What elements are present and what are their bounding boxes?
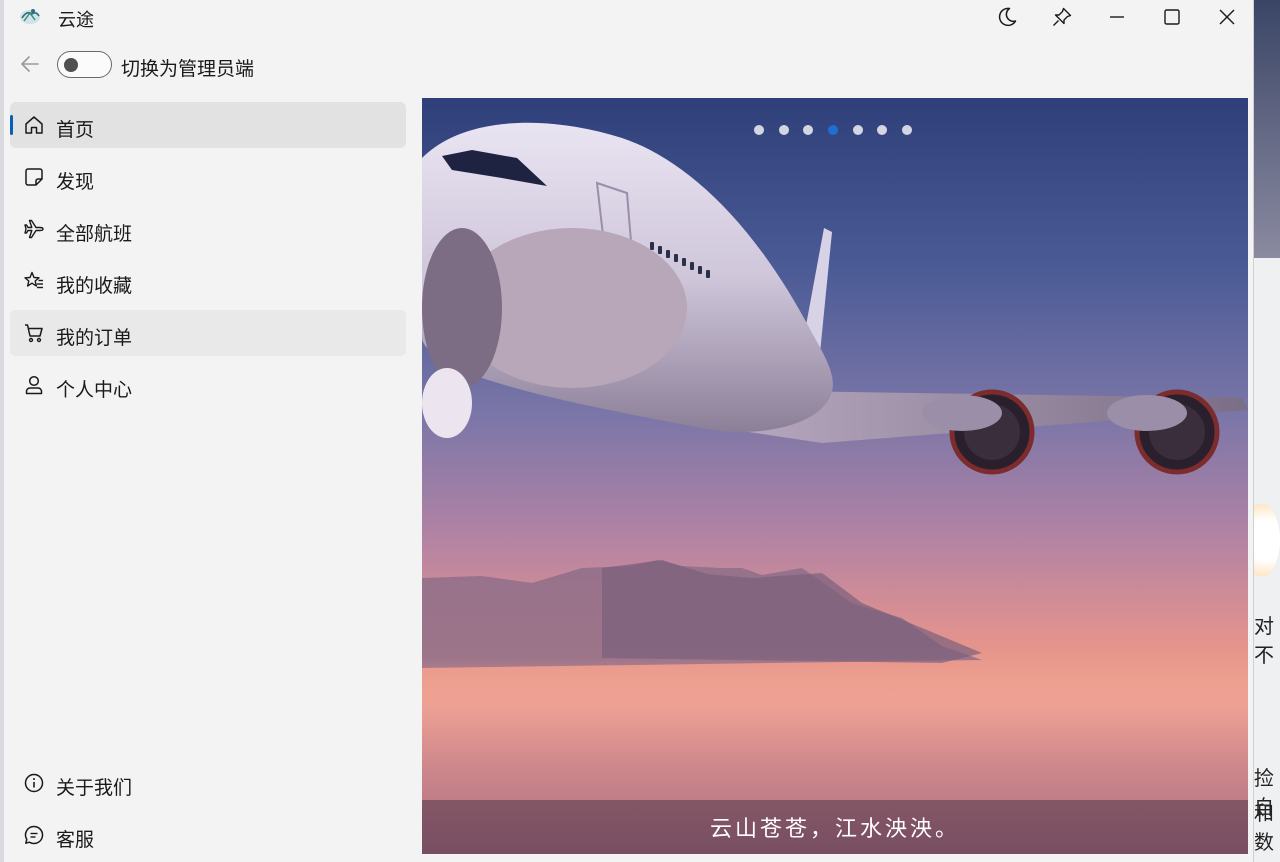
background-text-fragment: 和数 — [1254, 801, 1274, 854]
cart-icon — [22, 321, 46, 345]
minimize-icon — [1110, 16, 1124, 18]
admin-mode-toggle[interactable] — [57, 51, 112, 78]
airplane-icon — [22, 217, 46, 241]
carousel-dot[interactable] — [877, 125, 888, 135]
info-icon — [22, 771, 46, 795]
app-logo-icon — [18, 4, 42, 28]
theme-toggle-button[interactable] — [984, 0, 1030, 34]
toggle-knob — [64, 57, 78, 72]
chat-icon — [22, 823, 46, 847]
carousel-dot[interactable] — [902, 125, 913, 135]
sidebar-item-label: 我的收藏 — [56, 276, 133, 297]
sidebar-item-label: 我的订单 — [56, 328, 133, 349]
close-button[interactable] — [1204, 0, 1250, 34]
sidebar-item-profile[interactable]: 个人中心 — [10, 362, 406, 408]
sidebar-item-customer-service[interactable]: 客服 — [10, 812, 406, 858]
carousel-dot[interactable] — [754, 125, 764, 135]
app-window: 云途 切换为管理员端 首页 发现 全部航班 我的收藏 我的订单 个人中心 关于我… — [4, 0, 1254, 862]
background-thumbnail — [1254, 0, 1280, 258]
sidebar-item-orders[interactable]: 我的订单 — [10, 310, 406, 356]
app-title: 云途 — [58, 10, 94, 30]
carousel-caption: 云山苍苍，江水泱泱。 — [709, 817, 960, 842]
minimize-button[interactable] — [1094, 0, 1140, 34]
carousel-dot-active[interactable] — [828, 125, 839, 135]
top-toolbar: 切换为管理员端 — [4, 44, 424, 86]
sidebar-item-all-flights[interactable]: 全部航班 — [10, 206, 406, 252]
star-list-icon — [22, 269, 46, 293]
selection-indicator — [10, 115, 13, 135]
banner-carousel[interactable]: 云山苍苍，江水泱泱。 — [422, 98, 1248, 854]
title-bar[interactable]: 云途 — [4, 0, 1254, 34]
admin-mode-toggle-label: 切换为管理员端 — [121, 59, 255, 80]
sidebar-item-label: 关于我们 — [56, 778, 133, 799]
background-window-strip — [1234, 0, 1280, 862]
pin-icon — [1053, 7, 1072, 26]
sidebar-nav: 首页 发现 全部航班 我的收藏 我的订单 个人中心 — [10, 102, 406, 414]
sidebar-item-home[interactable]: 首页 — [10, 102, 406, 148]
carousel-caption-bar: 云山苍苍，江水泱泱。 — [422, 800, 1248, 854]
arrow-left-icon — [21, 56, 39, 72]
back-button[interactable] — [16, 50, 44, 78]
pin-button[interactable] — [1039, 0, 1085, 34]
home-icon — [22, 113, 46, 137]
carousel-dot[interactable] — [852, 125, 863, 135]
sidebar-footer: 关于我们 客服 — [10, 760, 406, 862]
sidebar-item-label: 全部航班 — [56, 224, 133, 245]
carousel-pagination — [754, 125, 917, 135]
maximize-icon — [1164, 9, 1180, 25]
carousel-dot[interactable] — [803, 125, 814, 135]
note-icon — [22, 165, 46, 189]
sidebar-item-discover[interactable]: 发现 — [10, 154, 406, 200]
sidebar-item-label: 个人中心 — [56, 380, 133, 401]
sidebar-item-favorites[interactable]: 我的收藏 — [10, 258, 406, 304]
person-icon — [22, 373, 46, 397]
maximize-button[interactable] — [1149, 0, 1195, 34]
sidebar-item-label: 发现 — [56, 172, 95, 193]
background-text-fragment: 对不 — [1254, 614, 1274, 667]
sidebar-item-label: 客服 — [56, 830, 95, 851]
moon-icon — [998, 7, 1017, 27]
carousel-dot[interactable] — [778, 125, 789, 135]
sidebar-item-label: 首页 — [56, 120, 95, 141]
close-icon — [1219, 9, 1235, 25]
sidebar-item-about-us[interactable]: 关于我们 — [10, 760, 406, 806]
